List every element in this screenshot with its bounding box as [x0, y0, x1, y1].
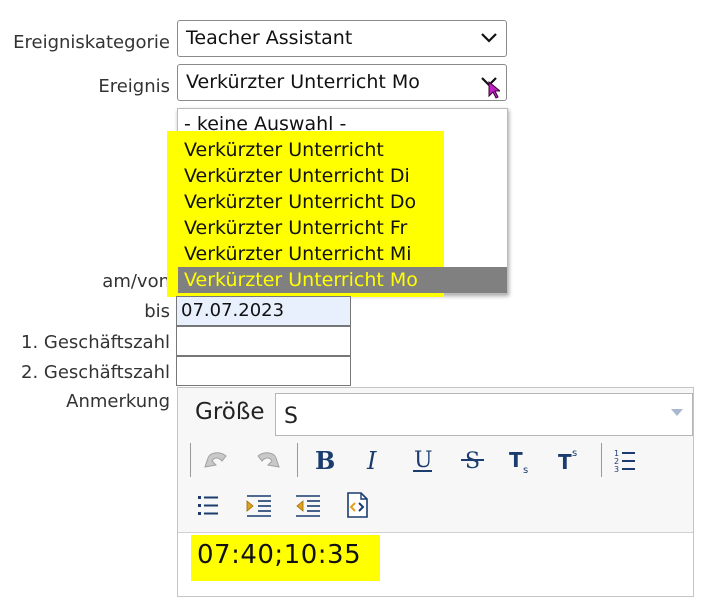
- ref2-label: 2. Geschäftszahl: [21, 362, 170, 383]
- redo-button[interactable]: [250, 443, 284, 477]
- ref2-input[interactable]: [176, 356, 351, 386]
- dropdown-option-selected[interactable]: Verkürzter Unterricht Mo: [184, 268, 418, 292]
- from-label: am/von: [102, 271, 170, 292]
- svg-text:s: s: [572, 448, 577, 459]
- bold-button[interactable]: B: [307, 443, 341, 477]
- svg-text:U: U: [414, 448, 433, 473]
- bulleted-list-button[interactable]: [192, 488, 226, 522]
- source-button[interactable]: [340, 488, 374, 522]
- strikethrough-button[interactable]: S: [456, 443, 490, 477]
- to-date-input[interactable]: 07.07.2023: [176, 296, 351, 326]
- mouse-cursor-icon: [488, 81, 500, 99]
- size-label: Größe: [195, 399, 265, 425]
- undo-icon: [204, 452, 227, 468]
- subscript-icon: T s: [509, 448, 528, 476]
- svg-text:T: T: [558, 450, 572, 474]
- italic-icon: I: [366, 447, 377, 475]
- dropdown-option[interactable]: Verkürzter Unterricht Di: [184, 164, 410, 188]
- dropdown-option[interactable]: Verkürzter Unterricht: [184, 138, 384, 162]
- editor-content[interactable]: 07:40;10:35: [197, 540, 361, 570]
- dropdown-option[interactable]: Verkürzter Unterricht Fr: [184, 216, 407, 240]
- toolbar-separator: [190, 443, 191, 477]
- svg-text:B: B: [315, 446, 335, 475]
- indent-icon: [246, 495, 271, 517]
- outdent-button[interactable]: [291, 488, 325, 522]
- category-select-value: Teacher Assistant: [186, 27, 353, 49]
- dropdown-option[interactable]: Verkürzter Unterricht Do: [184, 190, 416, 214]
- event-select-value: Verkürzter Unterricht Mo: [186, 71, 420, 93]
- note-editor[interactable]: Größe S B I U S T s T s 1 2 3 07:40;10:3…: [177, 387, 694, 597]
- bulleted-list-icon: [198, 496, 218, 515]
- event-select[interactable]: Verkürzter Unterricht Mo: [177, 64, 507, 101]
- ref1-label: 1. Geschäftszahl: [21, 332, 170, 353]
- indent-button[interactable]: [242, 488, 276, 522]
- note-label: Anmerkung: [66, 391, 170, 412]
- dropdown-option[interactable]: - keine Auswahl -: [184, 112, 346, 136]
- toolbar-separator: [297, 443, 298, 477]
- superscript-button[interactable]: T s: [553, 443, 587, 477]
- underline-icon: U: [413, 448, 433, 473]
- chevron-down-icon: [671, 409, 683, 416]
- superscript-icon: T s: [558, 448, 577, 474]
- source-icon: [347, 492, 368, 518]
- toolbar-separator: [601, 443, 602, 477]
- subscript-button[interactable]: T s: [504, 443, 538, 477]
- underline-button[interactable]: U: [406, 443, 440, 477]
- dropdown-option[interactable]: Verkürzter Unterricht Mi: [184, 242, 412, 266]
- ref1-input[interactable]: [176, 326, 351, 356]
- chevron-down-icon: [481, 33, 497, 43]
- bold-icon: B: [315, 446, 335, 475]
- outdent-icon: [296, 495, 320, 517]
- svg-text:s: s: [523, 465, 528, 476]
- svg-text:T: T: [509, 448, 523, 472]
- size-select[interactable]: S: [275, 393, 693, 436]
- editor-toolbar: Größe S B I U S T s T s 1 2 3: [178, 388, 693, 533]
- event-label: Ereignis: [98, 76, 170, 97]
- category-select[interactable]: Teacher Assistant: [177, 20, 507, 57]
- svg-text:3: 3: [614, 465, 619, 474]
- svg-text:I: I: [366, 447, 377, 475]
- redo-icon: [257, 452, 280, 468]
- category-label: Ereigniskategorie: [13, 32, 170, 53]
- italic-button[interactable]: I: [356, 443, 390, 477]
- to-label: bis: [144, 301, 170, 322]
- numbered-list-button[interactable]: 1 2 3: [609, 443, 643, 477]
- numbered-list-icon: 1 2 3: [614, 449, 635, 474]
- undo-button[interactable]: [200, 443, 234, 477]
- size-select-value: S: [284, 404, 298, 429]
- svg-text:S: S: [465, 449, 480, 474]
- strikethrough-icon: S: [461, 449, 484, 474]
